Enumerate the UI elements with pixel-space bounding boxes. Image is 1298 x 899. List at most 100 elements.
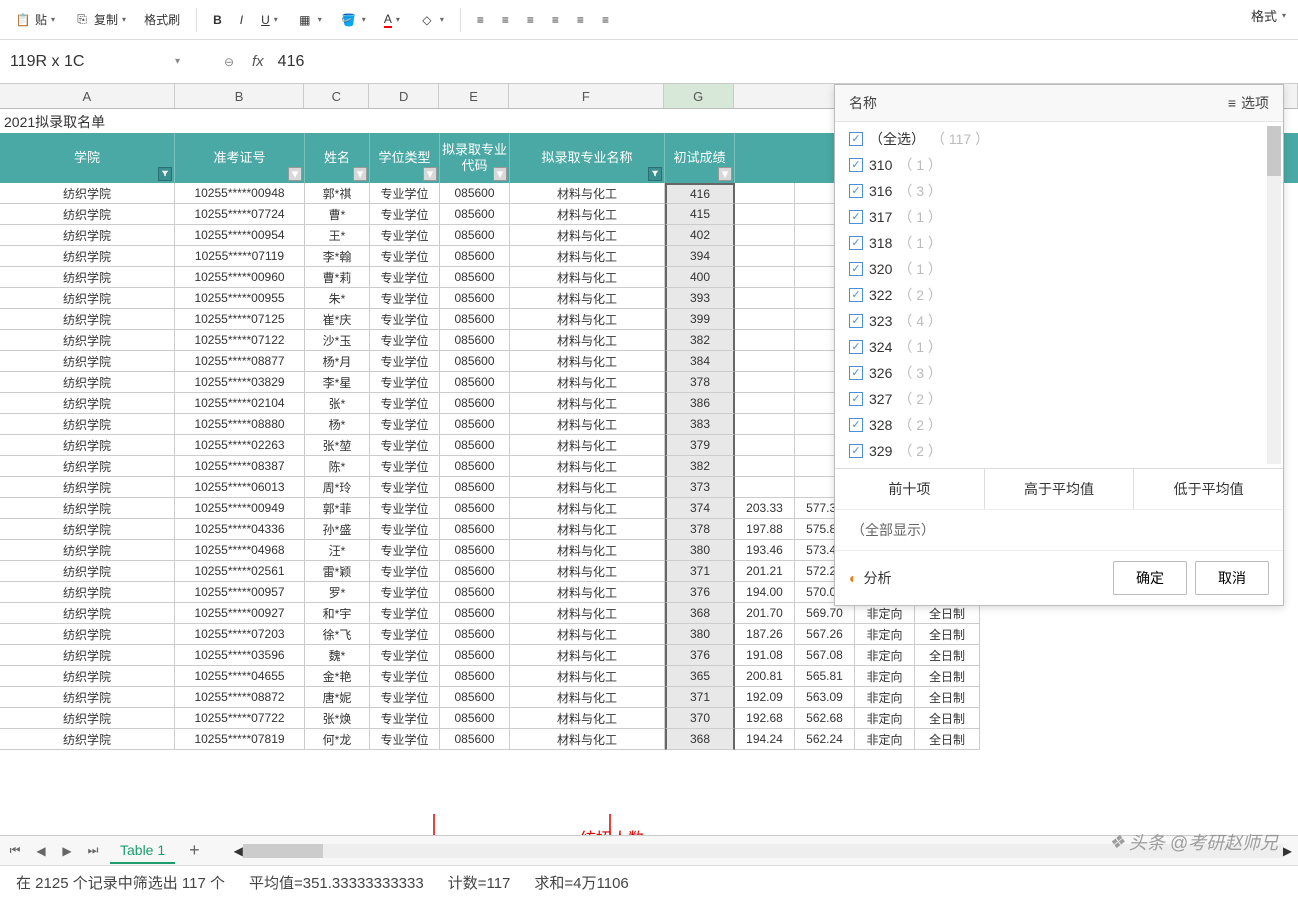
- cell[interactable]: 朱*: [305, 288, 370, 309]
- checkbox-icon[interactable]: [849, 236, 863, 250]
- cell[interactable]: 纺织学院: [0, 624, 175, 645]
- cell[interactable]: 368: [665, 729, 735, 750]
- cell[interactable]: 专业学位: [370, 603, 440, 624]
- paste-button[interactable]: 📋贴▾: [8, 8, 61, 32]
- cell[interactable]: 材料与化工: [510, 246, 665, 267]
- cell[interactable]: 567.08: [795, 645, 855, 666]
- cell[interactable]: 379: [665, 435, 735, 456]
- cell[interactable]: [735, 351, 795, 372]
- formula-value[interactable]: 416: [278, 53, 305, 71]
- sheet-tab[interactable]: Table 1: [110, 838, 175, 864]
- cell[interactable]: 10255*****03829: [175, 372, 305, 393]
- cell[interactable]: 085600: [440, 687, 510, 708]
- cell[interactable]: 纺织学院: [0, 645, 175, 666]
- align-top-button[interactable]: ≡: [471, 10, 490, 30]
- cell[interactable]: 085600: [440, 414, 510, 435]
- cell[interactable]: 曹*: [305, 204, 370, 225]
- cell[interactable]: 376: [665, 582, 735, 603]
- cell[interactable]: 383: [665, 414, 735, 435]
- col-C[interactable]: C: [304, 84, 369, 108]
- cell[interactable]: 200.81: [735, 666, 795, 687]
- cell[interactable]: 专业学位: [370, 561, 440, 582]
- format-painter-button[interactable]: 格式刷: [138, 8, 186, 31]
- cell[interactable]: 402: [665, 225, 735, 246]
- cell[interactable]: 10255*****02104: [175, 393, 305, 414]
- italic-button[interactable]: I: [234, 10, 249, 30]
- cell[interactable]: 材料与化工: [510, 666, 665, 687]
- cancel-button[interactable]: 取消: [1195, 561, 1269, 595]
- filter-item[interactable]: 329（ 2 ）: [849, 438, 1283, 464]
- cell[interactable]: 材料与化工: [510, 435, 665, 456]
- cell[interactable]: 材料与化工: [510, 624, 665, 645]
- cell[interactable]: 材料与化工: [510, 393, 665, 414]
- tab-nav-next[interactable]: ▶: [58, 842, 76, 860]
- cell[interactable]: 085600: [440, 519, 510, 540]
- cell[interactable]: 材料与化工: [510, 603, 665, 624]
- cell[interactable]: 材料与化工: [510, 372, 665, 393]
- cell[interactable]: 专业学位: [370, 435, 440, 456]
- cell[interactable]: 材料与化工: [510, 204, 665, 225]
- cell[interactable]: 纺织学院: [0, 498, 175, 519]
- font-color-button[interactable]: A▾: [378, 9, 406, 31]
- cell[interactable]: 非定向: [855, 624, 915, 645]
- cell[interactable]: 纺织学院: [0, 393, 175, 414]
- align-bot-button[interactable]: ≡: [521, 10, 540, 30]
- scrollbar[interactable]: [1267, 126, 1281, 464]
- cell[interactable]: 专业学位: [370, 687, 440, 708]
- cell[interactable]: 专业学位: [370, 204, 440, 225]
- cell[interactable]: 393: [665, 288, 735, 309]
- cell[interactable]: [735, 435, 795, 456]
- cell[interactable]: 386: [665, 393, 735, 414]
- cell[interactable]: 材料与化工: [510, 183, 665, 204]
- cell[interactable]: 562.24: [795, 729, 855, 750]
- cell[interactable]: 纺织学院: [0, 351, 175, 372]
- cell[interactable]: 085600: [440, 666, 510, 687]
- cell[interactable]: 专业学位: [370, 519, 440, 540]
- cell[interactable]: 10255*****00948: [175, 183, 305, 204]
- cell[interactable]: 187.26: [735, 624, 795, 645]
- cell[interactable]: 材料与化工: [510, 561, 665, 582]
- cell[interactable]: 材料与化工: [510, 498, 665, 519]
- cell[interactable]: 纺织学院: [0, 729, 175, 750]
- cell[interactable]: 王*: [305, 225, 370, 246]
- cell[interactable]: 非定向: [855, 708, 915, 729]
- cell[interactable]: 张*堃: [305, 435, 370, 456]
- border-button[interactable]: ▦▾: [290, 8, 328, 32]
- cell[interactable]: 崔*庆: [305, 309, 370, 330]
- cell[interactable]: 085600: [440, 267, 510, 288]
- bold-button[interactable]: B: [207, 10, 228, 30]
- cell[interactable]: 567.26: [795, 624, 855, 645]
- cell[interactable]: 纺织学院: [0, 267, 175, 288]
- cell[interactable]: 专业学位: [370, 645, 440, 666]
- cell[interactable]: 专业学位: [370, 708, 440, 729]
- cell[interactable]: 材料与化工: [510, 309, 665, 330]
- cell[interactable]: 全日制: [915, 666, 980, 687]
- cell[interactable]: 纺织学院: [0, 477, 175, 498]
- cell[interactable]: 专业学位: [370, 582, 440, 603]
- filter-item[interactable]: 326（ 3 ）: [849, 360, 1283, 386]
- cell[interactable]: 10255*****07125: [175, 309, 305, 330]
- cell[interactable]: 378: [665, 372, 735, 393]
- filter-item[interactable]: 316（ 3 ）: [849, 178, 1283, 204]
- cell[interactable]: 专业学位: [370, 729, 440, 750]
- cell[interactable]: 368: [665, 603, 735, 624]
- cell[interactable]: 纺织学院: [0, 687, 175, 708]
- cell[interactable]: 材料与化工: [510, 540, 665, 561]
- cell[interactable]: 专业学位: [370, 624, 440, 645]
- col-D[interactable]: D: [369, 84, 439, 108]
- cell[interactable]: 382: [665, 330, 735, 351]
- cell[interactable]: 085600: [440, 477, 510, 498]
- cell[interactable]: [735, 477, 795, 498]
- cell[interactable]: 085600: [440, 204, 510, 225]
- cell[interactable]: 085600: [440, 288, 510, 309]
- cell[interactable]: 373: [665, 477, 735, 498]
- cell[interactable]: 10255*****07819: [175, 729, 305, 750]
- align-center-button[interactable]: ≡: [571, 10, 590, 30]
- cell[interactable]: 085600: [440, 624, 510, 645]
- cell[interactable]: 10255*****08877: [175, 351, 305, 372]
- fill-color-button[interactable]: 🪣▾: [334, 8, 372, 32]
- cell[interactable]: 201.21: [735, 561, 795, 582]
- format-dropdown[interactable]: 格式▾: [1239, 0, 1298, 31]
- checkbox-icon[interactable]: [849, 288, 863, 302]
- cell[interactable]: 纺织学院: [0, 435, 175, 456]
